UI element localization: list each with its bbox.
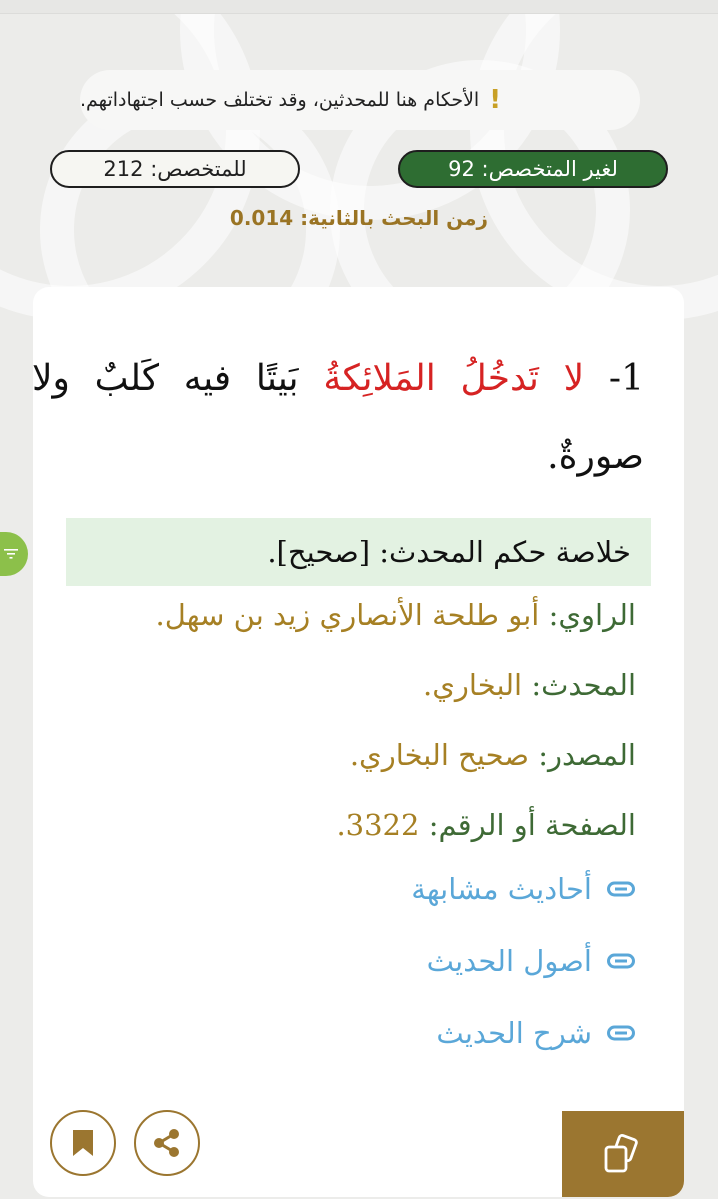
bookmark-button[interactable]	[50, 1110, 116, 1176]
page-line: الصفحة أو الرقم: 3322.	[66, 808, 636, 842]
notice-text: الأحكام هنا للمحدثين، وقد تختلف حسب اجته…	[80, 89, 480, 111]
ruling-summary: خلاصة حكم المحدث: [صحيح].	[66, 518, 651, 586]
link-icon	[606, 1018, 636, 1048]
bookmark-icon	[73, 1130, 93, 1156]
summary-label: خلاصة حكم المحدث:	[379, 535, 631, 569]
link-icon	[606, 946, 636, 976]
muhaddith-value: البخاري.	[422, 668, 523, 702]
hadith-explanation-label: شرح الحديث	[436, 1016, 592, 1050]
share-button[interactable]	[134, 1110, 200, 1176]
notice-banner: ! الأحكام هنا للمحدثين، وقد تختلف حسب اج…	[80, 70, 640, 130]
hadith-origins-label: أصول الحديث	[426, 944, 592, 978]
share-icon	[154, 1129, 179, 1157]
hadith-highlight: لا تَدخُلُ المَلائِكةُ	[323, 358, 585, 399]
source-label: المصدر:	[538, 738, 636, 772]
hadith-number: 1-	[608, 358, 644, 399]
hadith-explanation-link[interactable]: شرح الحديث	[200, 1016, 636, 1050]
similar-hadiths-link[interactable]: أحاديث مشابهة	[200, 872, 636, 906]
source-line: المصدر: صحيح البخاري.	[66, 738, 636, 772]
specialist-count-button[interactable]: للمتخصص: 212	[50, 150, 300, 188]
similar-hadiths-label: أحاديث مشابهة	[411, 872, 592, 906]
search-time: زمن البحث بالثانية: 0.014	[229, 206, 489, 230]
page-label: الصفحة أو الرقم:	[428, 808, 636, 842]
narrator-line: الراوي: أبو طلحة الأنصاري زيد بن سهل.	[66, 598, 636, 632]
summary-value: [صحيح].	[267, 535, 371, 569]
muhaddith-line: المحدث: البخاري.	[66, 668, 636, 702]
source-value: صحيح البخاري.	[349, 738, 529, 772]
copy-icon	[604, 1134, 638, 1173]
exclamation-icon: !	[489, 85, 502, 115]
narrator-value: أبو طلحة الأنصاري زيد بن سهل.	[155, 598, 540, 632]
muhaddith-label: المحدث:	[531, 668, 636, 702]
hadith-text: 1- لا تَدخُلُ المَلائِكةُ بَيتًا فيه كَل…	[32, 340, 644, 496]
page-value: 3322.	[336, 808, 420, 842]
top-strip	[0, 0, 718, 14]
copy-button[interactable]	[562, 1111, 684, 1197]
narrator-label: الراوي:	[548, 598, 636, 632]
filter-icon	[4, 549, 18, 559]
non-specialist-count-button[interactable]: لغير المتخصص: 92	[398, 150, 668, 188]
hadith-origins-link[interactable]: أصول الحديث	[200, 944, 636, 978]
link-icon	[606, 874, 636, 904]
